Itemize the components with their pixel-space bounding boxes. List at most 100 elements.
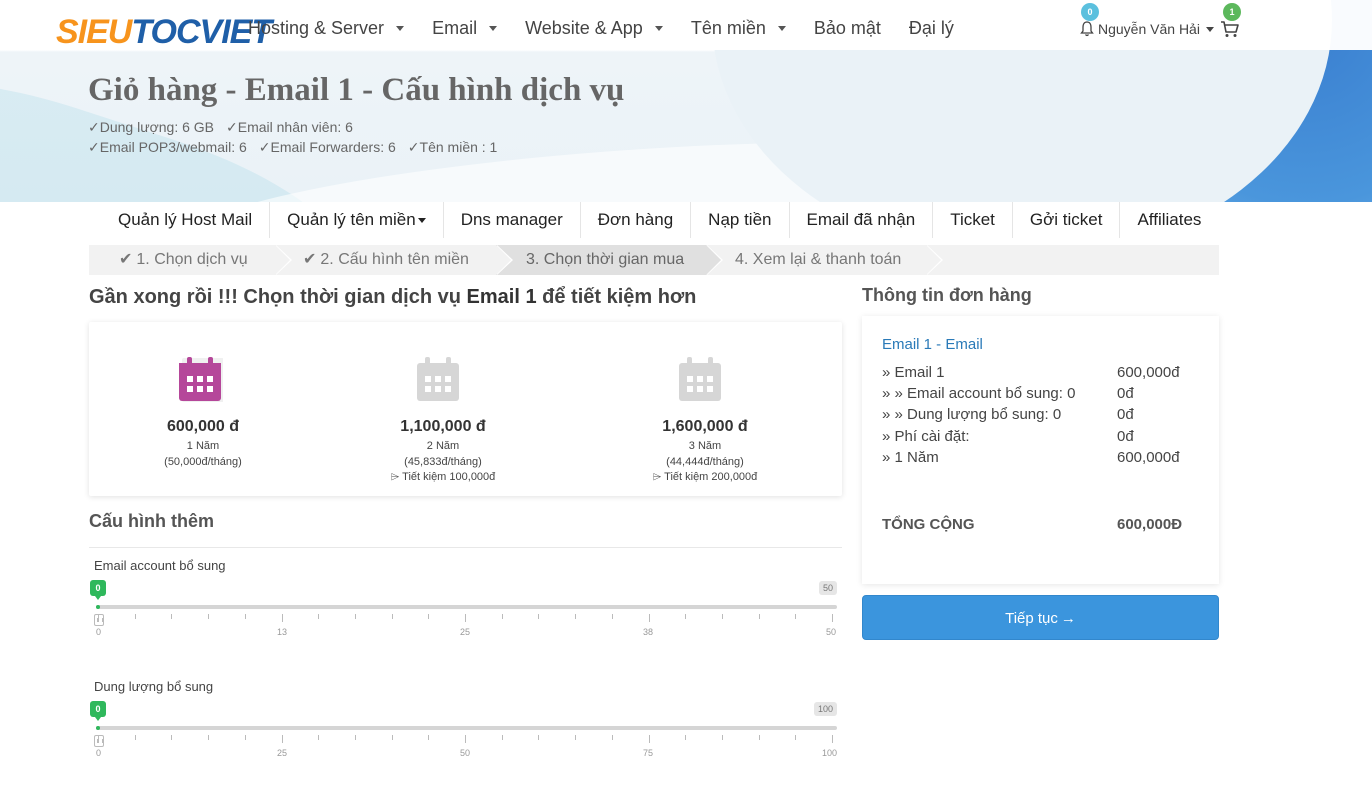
nav-email[interactable]: Email — [432, 18, 498, 39]
step-separator — [496, 245, 511, 275]
slider-tick — [318, 614, 319, 619]
subnav-orders[interactable]: Đơn hàng — [581, 202, 692, 238]
step-4[interactable]: 4. Xem lại & thanh toán — [706, 245, 943, 275]
slider-tick — [465, 614, 466, 622]
slider-tick — [282, 614, 283, 622]
cart-count-badge: 1 — [1223, 3, 1241, 21]
slider-value-pin: 0 — [90, 701, 106, 721]
slider-tick — [575, 614, 576, 619]
subnav-label: Email đã nhận — [806, 210, 916, 229]
plan-monthly-price: (44,444đ/tháng) — [666, 456, 744, 468]
tick-label: 50 — [826, 627, 837, 637]
slider-tick — [355, 614, 356, 619]
email-account-slider[interactable] — [96, 605, 837, 609]
slider-max-pill: 50 — [819, 581, 838, 595]
plan-term: 3 Năm — [688, 440, 722, 452]
order-line-value: 0đ — [1117, 406, 1134, 423]
step-1[interactable]: ✔ 1. Chọn dịch vụ — [89, 245, 292, 275]
bell-icon[interactable] — [1080, 21, 1094, 37]
slider-tick — [612, 614, 613, 619]
subnav-ticket[interactable]: Ticket — [933, 202, 1013, 238]
check-icon: ✔ — [119, 251, 133, 268]
slider-fill — [96, 605, 100, 609]
continue-button[interactable]: Tiếp tục → — [862, 595, 1219, 640]
subnav-affiliates[interactable]: Affiliates — [1120, 202, 1218, 238]
feature-item: ✓Email Forwarders: 6 — [258, 139, 396, 155]
slider-tick — [575, 735, 576, 740]
subnav-label: Quản lý Host Mail — [118, 210, 253, 229]
feature-item: ✓Tên miền : 1 — [407, 139, 498, 155]
subnav-domain-manager[interactable]: Quản lý tên miền — [270, 202, 444, 238]
subnav-dns-manager[interactable]: Dns manager — [444, 202, 581, 238]
slider-tick — [98, 614, 99, 622]
heading-product: Email 1 — [466, 286, 537, 308]
storage-slider[interactable] — [96, 726, 837, 730]
subnav-send-ticket[interactable]: Gởi ticket — [1013, 202, 1121, 238]
calendar-icon — [179, 357, 223, 402]
nav-ten-mien[interactable]: Tên miền — [691, 18, 786, 39]
slider-tick — [795, 614, 796, 619]
slider-tick — [428, 735, 429, 740]
slider-tick — [538, 735, 539, 740]
slider-tick — [722, 735, 723, 740]
user-name[interactable]: Nguyễn Văn Hải — [1098, 21, 1200, 37]
chevron-down-icon — [417, 217, 426, 223]
nav-dai-ly[interactable]: Đại lý — [909, 18, 954, 39]
step-label: 1. Chọn dịch vụ — [136, 251, 248, 268]
order-line-label: » 1 Năm — [882, 449, 939, 466]
cart-icon[interactable] — [1220, 20, 1240, 38]
order-product-name[interactable]: Email 1 - Email — [882, 336, 983, 353]
slider-tick — [171, 614, 172, 619]
nav-hosting-server[interactable]: Hosting & Server — [248, 18, 405, 39]
plan-term: 1 Năm — [186, 440, 220, 452]
slider-tick — [722, 614, 723, 619]
step-2[interactable]: ✔ 2. Cấu hình tên miền — [275, 245, 513, 275]
notification-count-badge: 0 — [1081, 3, 1099, 21]
step-separator — [275, 245, 290, 275]
nav-bao-mat[interactable]: Bảo mật — [814, 18, 881, 39]
order-line-label: » Email 1 — [882, 364, 945, 381]
slider-tick — [538, 614, 539, 619]
subnav-received-email[interactable]: Email đã nhận — [790, 202, 934, 238]
slider-tick — [759, 614, 760, 619]
nav-website-app[interactable]: Website & App — [525, 18, 663, 39]
logo-part: SIEU — [56, 12, 132, 51]
slider-label: Dung lượng bổ sung — [94, 679, 214, 694]
subnav-label: Dns manager — [460, 210, 563, 229]
config-title: Cấu hình thêm — [89, 511, 214, 531]
step-separator — [926, 245, 941, 275]
feature-item: ✓Email POP3/webmail: 6 — [88, 139, 247, 155]
site-logo[interactable]: SIEU TOC VIET — [56, 12, 272, 52]
slider-tick — [392, 735, 393, 740]
order-total-label: TỔNG CỘNG — [882, 516, 975, 533]
slider-tick — [171, 735, 172, 740]
slider-tick — [208, 735, 209, 740]
section-heading: Gần xong rồi !!! Chọn thời gian dịch vụ … — [89, 286, 696, 309]
calendar-icon — [679, 357, 721, 401]
step-3[interactable]: 3. Chọn thời gian mua — [496, 245, 723, 275]
plan-price: 1,100,000 đ — [400, 418, 486, 435]
step-label: 4. Xem lại & thanh toán — [735, 251, 902, 268]
plan-term: 2 Năm — [426, 440, 460, 452]
subnav-host-mail[interactable]: Quản lý Host Mail — [101, 202, 271, 238]
slider-tick — [428, 614, 429, 619]
slider-tick — [832, 735, 833, 743]
slider-tick — [685, 735, 686, 740]
step-separator — [706, 245, 721, 275]
nav-label: Tên miền — [690, 18, 766, 38]
slider-tick — [649, 614, 650, 622]
slider-tick — [465, 735, 466, 743]
order-line-value: 600,000đ — [1117, 449, 1180, 466]
calendar-icon — [417, 357, 459, 401]
slider-tick — [245, 735, 246, 740]
order-summary-title: Thông tin đơn hàng — [862, 285, 1032, 305]
plan-monthly-price: (50,000đ/tháng) — [164, 456, 242, 468]
subnav-label: Ticket — [950, 210, 995, 229]
chevron-down-icon[interactable] — [1205, 26, 1214, 32]
heading-prefix: Gần xong rồi !!! Chọn thời gian dịch vụ — [89, 286, 467, 308]
arrow-right-icon: → — [1060, 610, 1076, 627]
feature-list: ✓Dung lượng: 6 GB ✓Email nhân viên: 6 — [88, 119, 365, 136]
subnav-topup[interactable]: Nạp tiền — [691, 202, 790, 238]
order-line-value: 0đ — [1117, 385, 1134, 402]
plan-price: 600,000 đ — [166, 418, 240, 435]
